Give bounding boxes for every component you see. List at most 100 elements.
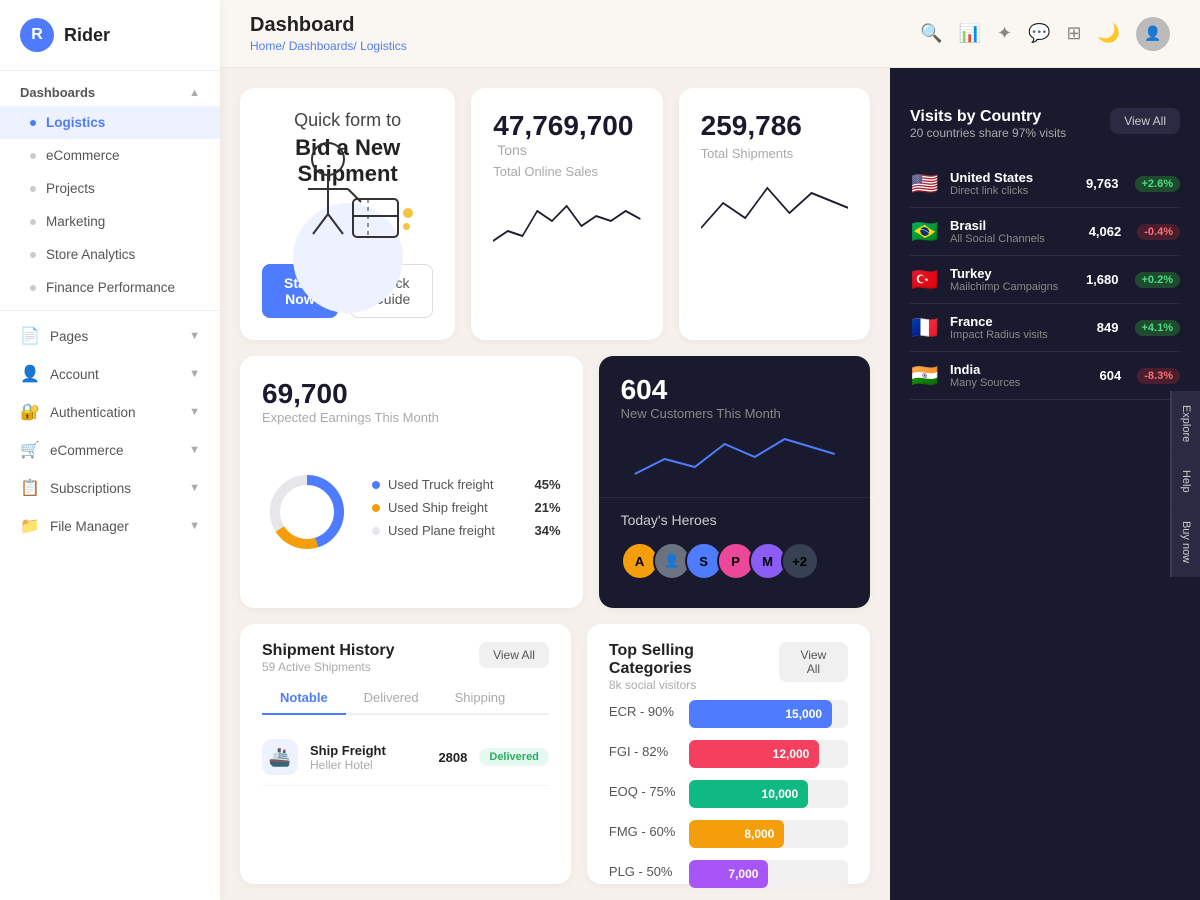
messages-icon[interactable]: 💬 (1028, 23, 1050, 44)
logo-name: Rider (64, 25, 110, 46)
sidebar-item-store-analytics[interactable]: Store Analytics (0, 238, 220, 271)
sidebar-item-marketing[interactable]: Marketing (0, 205, 220, 238)
cat-bar-plg: PLG - 50% 7,000 (609, 860, 848, 888)
sidebar-item-account[interactable]: 👤 Account ▼ (0, 355, 220, 393)
sidebar-logo: R Rider (0, 0, 220, 71)
sidebar-item-projects[interactable]: Projects (0, 172, 220, 205)
hero-figure-svg (273, 134, 413, 244)
cat-label-fmg: FMG - 60% (609, 824, 679, 839)
search-icon[interactable]: 🔍 (920, 23, 942, 44)
chart-icon[interactable]: 📊 (959, 23, 981, 44)
sidebar-item-pages[interactable]: 📄 Pages ▼ (0, 317, 220, 355)
cat-bar-fgi: FGI - 82% 12,000 (609, 740, 848, 768)
country-view-all-button[interactable]: View All (1110, 108, 1180, 134)
explore-tab[interactable]: Explore (1170, 391, 1200, 456)
legend-item-plane: Used Plane freight 34% (372, 523, 561, 538)
sidebar-item-file-manager[interactable]: 📁 File Manager ▼ (0, 507, 220, 545)
legend-label-ship: Used Ship freight (388, 500, 535, 515)
country-title: Visits by Country (910, 108, 1066, 126)
tab-shipping[interactable]: Shipping (437, 682, 524, 715)
shipment-tabs: Notable Delivered Shipping (262, 682, 549, 715)
sidebar-item-ecommerce2[interactable]: 🛒 eCommerce ▼ (0, 431, 220, 469)
table-title: Shipment History (262, 642, 394, 660)
hero-illustration (273, 203, 423, 244)
stat-number: 47,769,700 Tons (493, 110, 640, 160)
country-channel-fr: Impact Radius visits (950, 329, 1087, 341)
main-content: Quick form to Bid a New Shipment (220, 68, 890, 900)
moon-icon[interactable]: 🌙 (1098, 23, 1120, 44)
legend-item-truck: Used Truck freight 45% (372, 477, 561, 492)
shipment-view-all-button[interactable]: View All (479, 642, 549, 668)
country-info-tr: Turkey Mailchimp Campaigns (950, 266, 1076, 293)
header-actions: 🔍 📊 ✦ 💬 ⊞ 🌙 👤 (920, 17, 1170, 51)
breadcrumb-home: Home/ (250, 39, 289, 53)
stat-unit: Tons (497, 142, 527, 158)
earnings-label: Expected Earnings This Month (262, 410, 561, 425)
flag-fr: 🇫🇷 (910, 315, 940, 341)
row-number: 2808 (438, 750, 467, 765)
chevron-down-icon: ▼ (189, 368, 200, 380)
middle-row: 69,700 Expected Earnings This Month (240, 356, 870, 608)
donut-row: Used Truck freight 45% Used Ship freight… (262, 437, 561, 586)
table-title-group: Shipment History 59 Active Shipments (262, 642, 394, 674)
hero-avatar-extra: +2 (781, 542, 819, 580)
country-change-tr: +0.2% (1135, 272, 1181, 288)
country-br: 🇧🇷 Brasil All Social Channels 4,062 -0.4… (910, 208, 1180, 256)
sidebar-item-ecommerce[interactable]: eCommerce (0, 139, 220, 172)
header: Dashboard Home/ Dashboards/ Logistics 🔍 … (220, 0, 1200, 68)
table-subtitle: 59 Active Shipments (262, 660, 394, 674)
donut-svg (262, 467, 352, 557)
hero-card: Quick form to Bid a New Shipment (240, 88, 455, 340)
sidebar-dashboards-section[interactable]: Dashboards ▲ (0, 71, 220, 106)
country-visits-in: 604 (1100, 368, 1122, 383)
buy-now-tab[interactable]: Buy now (1170, 507, 1200, 577)
country-visits-br: 4,062 (1089, 224, 1122, 239)
sidebar-item-label: Marketing (46, 214, 105, 229)
subscriptions-icon: 📋 (20, 478, 40, 498)
shipment-history-card: Shipment History 59 Active Shipments Vie… (240, 624, 571, 884)
content-area: Quick form to Bid a New Shipment (220, 68, 1200, 900)
sparkline-sales (493, 191, 640, 318)
flag-br: 🇧🇷 (910, 219, 940, 245)
ecommerce-label: eCommerce (50, 443, 124, 458)
page-title: Dashboard (250, 14, 407, 37)
divider (0, 310, 220, 311)
country-channel-br: All Social Channels (950, 233, 1079, 245)
status-badge: Delivered (479, 748, 549, 766)
grid-icon[interactable]: ⊞ (1066, 23, 1081, 44)
cat-track-eoq: 10,000 (689, 780, 848, 808)
categories-view-all-button[interactable]: View All (779, 642, 848, 682)
categories-header: Top Selling Categories 8k social visitor… (609, 642, 848, 692)
cat-fill-fmg: 8,000 (689, 820, 784, 848)
user-avatar[interactable]: 👤 (1136, 17, 1170, 51)
chevron-down-icon: ▼ (189, 520, 200, 532)
dot-icon (30, 153, 36, 159)
category-bars: ECR - 90% 15,000 FGI - 82% 12,000 (609, 700, 848, 888)
legend-label-truck: Used Truck freight (388, 477, 535, 492)
sidebar-item-subscriptions[interactable]: 📋 Subscriptions ▼ (0, 469, 220, 507)
sidebar-item-finance-performance[interactable]: Finance Performance (0, 271, 220, 304)
cat-track-fmg: 8,000 (689, 820, 848, 848)
chevron-down-icon: ▼ (189, 330, 200, 342)
categories-title-group: Top Selling Categories 8k social visitor… (609, 642, 779, 692)
help-tab[interactable]: Help (1170, 456, 1200, 507)
stat-label: Total Shipments (701, 146, 848, 161)
cat-track-fgi: 12,000 (689, 740, 848, 768)
categories-card: Top Selling Categories 8k social visitor… (587, 624, 870, 884)
auth-icon: 🔐 (20, 402, 40, 422)
settings-icon[interactable]: ✦ (997, 23, 1012, 44)
main-area: Dashboard Home/ Dashboards/ Logistics 🔍 … (220, 0, 1200, 900)
header-left: Dashboard Home/ Dashboards/ Logistics (250, 14, 407, 53)
sidebar-item-authentication[interactable]: 🔐 Authentication ▼ (0, 393, 220, 431)
country-visits-us: 9,763 (1086, 176, 1119, 191)
cat-fill-fgi: 12,000 (689, 740, 819, 768)
tab-delivered[interactable]: Delivered (346, 682, 437, 715)
ship-icon: 🚢 (262, 739, 298, 775)
country-name-us: United States (950, 170, 1076, 185)
earnings-card: 69,700 Expected Earnings This Month (240, 356, 583, 608)
auth-label: Authentication (50, 405, 136, 420)
tab-notable[interactable]: Notable (262, 682, 346, 715)
legend-item-ship: Used Ship freight 21% (372, 500, 561, 515)
sidebar-item-logistics[interactable]: Logistics (0, 106, 220, 139)
cat-track-plg: 7,000 (689, 860, 848, 888)
